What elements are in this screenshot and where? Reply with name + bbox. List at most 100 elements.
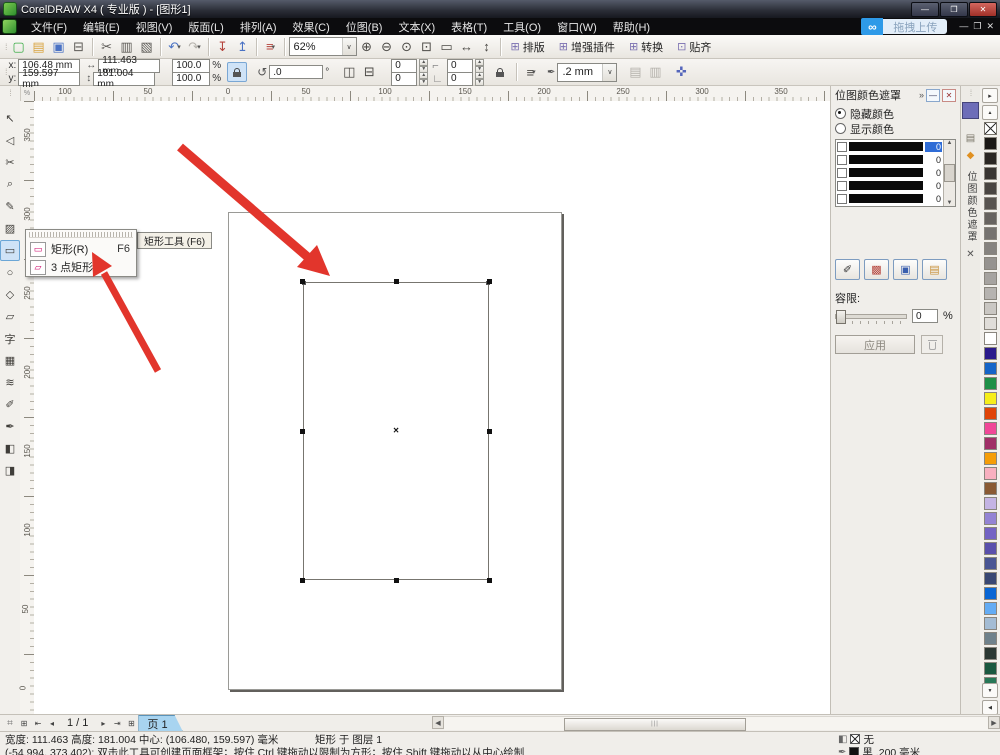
- palette-swatch[interactable]: [984, 137, 997, 150]
- menu-item[interactable]: 窗口(W): [549, 21, 605, 35]
- apply-button[interactable]: 应用: [835, 335, 915, 354]
- corner-radius-tr-field[interactable]: 0: [447, 59, 473, 73]
- menu-item[interactable]: 效果(C): [285, 21, 338, 35]
- palette-swatch[interactable]: [984, 287, 997, 300]
- palette-swatch[interactable]: [984, 362, 997, 375]
- mask-checkbox[interactable]: [837, 168, 847, 178]
- palette-swatch[interactable]: [984, 407, 997, 420]
- open-icon[interactable]: ▤: [29, 37, 49, 57]
- horizontal-scrollbar[interactable]: ◀ ||| ▶: [432, 716, 1000, 729]
- palette-swatch[interactable]: [984, 437, 997, 450]
- close-button[interactable]: ✕: [969, 2, 997, 17]
- menu-item[interactable]: 编辑(E): [75, 21, 128, 35]
- palette-swatch[interactable]: [984, 572, 997, 585]
- palette-swatch[interactable]: [984, 557, 997, 570]
- convert-button[interactable]: ⊞转换: [623, 37, 669, 57]
- polygon-tool[interactable]: ◇: [0, 284, 20, 305]
- corner-radius-br-field[interactable]: 0: [447, 72, 473, 86]
- recent-color-swatch[interactable]: [962, 102, 979, 119]
- edit-color-button[interactable]: ▩: [864, 259, 889, 280]
- docker-close-button[interactable]: ✕: [942, 89, 956, 102]
- rotation-angle-field[interactable]: .0: [269, 65, 323, 79]
- save-mask-button[interactable]: ▣: [893, 259, 918, 280]
- menu-item[interactable]: 文件(F): [23, 21, 75, 35]
- menu-item[interactable]: 表格(T): [443, 21, 495, 35]
- interactive-fill-tool[interactable]: ◨: [0, 460, 20, 481]
- plugin-button[interactable]: ⊞增强插件: [553, 37, 621, 57]
- handle-mid-left[interactable]: [300, 429, 305, 434]
- mask-color-row[interactable]: 0: [836, 166, 943, 179]
- palette-swatch[interactable]: [984, 587, 997, 600]
- open-mask-button[interactable]: ▤: [922, 259, 947, 280]
- palette-swatch[interactable]: [984, 212, 997, 225]
- menu-item[interactable]: 帮助(H): [605, 21, 658, 35]
- palette-swatch[interactable]: [984, 167, 997, 180]
- palette-swatch[interactable]: [984, 482, 997, 495]
- table-tool[interactable]: ▦: [0, 350, 20, 371]
- zoom-all-icon[interactable]: ⊡: [417, 37, 437, 57]
- palette-expand-button[interactable]: ◀: [982, 700, 998, 715]
- flyout-item-rectangle[interactable]: ▭ 矩形(R) F6: [26, 240, 136, 258]
- docker-scroll-icon[interactable]: ◆: [967, 150, 975, 161]
- slider-thumb[interactable]: [836, 310, 846, 324]
- palette-swatch[interactable]: [984, 377, 997, 390]
- undo-icon[interactable]: ↶▾: [165, 37, 185, 57]
- mask-checkbox[interactable]: [837, 194, 847, 204]
- outline-width-combobox[interactable]: .2 mm ∨: [557, 63, 617, 82]
- handle-top-right[interactable]: [487, 279, 492, 284]
- menu-item[interactable]: 位图(B): [338, 21, 391, 35]
- scrollbar-track[interactable]: |||: [444, 716, 988, 730]
- pick-tool[interactable]: ↖: [0, 108, 20, 129]
- selected-rectangle[interactable]: ×: [303, 282, 489, 580]
- no-color-swatch[interactable]: [984, 122, 997, 135]
- add-page-before-button[interactable]: ⊞: [17, 716, 31, 730]
- zoom-out-icon[interactable]: ⊖: [377, 37, 397, 57]
- restore-button[interactable]: ❒: [940, 2, 968, 17]
- doc-minimize-button[interactable]: —: [959, 21, 968, 32]
- palette-swatch[interactable]: [984, 602, 997, 615]
- mask-checkbox[interactable]: [837, 155, 847, 165]
- docker-tab-close-icon[interactable]: ✕: [966, 249, 974, 260]
- palette-scroll-down-button[interactable]: ▼: [982, 683, 998, 698]
- palette-swatch[interactable]: [984, 227, 997, 240]
- flyout-grip[interactable]: [29, 232, 133, 238]
- palette-swatch[interactable]: [984, 647, 997, 660]
- handle-top-mid[interactable]: [394, 279, 399, 284]
- palette-swatch[interactable]: [984, 152, 997, 165]
- doc-close-button[interactable]: ✕: [986, 21, 994, 32]
- mirror-vertical-button[interactable]: ⊟: [359, 62, 379, 82]
- crop-tool[interactable]: ✂: [0, 152, 20, 173]
- eyedropper-tool[interactable]: ✐: [0, 394, 20, 415]
- basic-shapes-tool[interactable]: ▱: [0, 306, 20, 327]
- rectangle-tool[interactable]: ▭: [0, 240, 20, 261]
- blend-tool[interactable]: ≋: [0, 372, 20, 393]
- palette-swatch[interactable]: [984, 497, 997, 510]
- add-page-after-button[interactable]: ⊞: [124, 716, 138, 730]
- scale-lock-button[interactable]: [227, 62, 247, 82]
- zoom-height-icon[interactable]: ↕: [477, 37, 497, 57]
- palette-swatch[interactable]: [984, 452, 997, 465]
- dropdown-arrow-icon[interactable]: ∨: [602, 64, 616, 81]
- fill-tool[interactable]: ◧: [0, 438, 20, 459]
- scale-h-field[interactable]: 100.0: [172, 59, 210, 73]
- menu-item[interactable]: 版面(L): [180, 21, 231, 35]
- hide-colors-radio[interactable]: 隐藏颜色: [835, 106, 956, 121]
- mask-list-scrollbar[interactable]: ▲ ▼: [943, 140, 955, 206]
- show-colors-radio[interactable]: 显示颜色: [835, 121, 956, 136]
- mask-color-row[interactable]: 0: [836, 192, 943, 205]
- dropdown-arrow-icon[interactable]: ∨: [342, 38, 356, 55]
- palette-swatch[interactable]: [984, 617, 997, 630]
- delete-mask-button[interactable]: [921, 335, 943, 354]
- docker-chevron-icon[interactable]: »: [919, 90, 924, 100]
- palette-flyout-button[interactable]: ▸: [982, 88, 998, 103]
- palette-swatch[interactable]: [984, 257, 997, 270]
- object-height-field[interactable]: 181.004 mm: [93, 72, 155, 86]
- prev-page-button[interactable]: ◂: [45, 716, 59, 730]
- zoom-level-combobox[interactable]: 62% ∨: [289, 37, 357, 56]
- object-y-field[interactable]: 159.597 mm: [18, 72, 80, 86]
- page-grid-icon[interactable]: ⌗: [3, 716, 17, 730]
- export-icon[interactable]: ↥: [233, 37, 253, 57]
- zoom-selected-icon[interactable]: ⊙: [397, 37, 417, 57]
- handle-mid-right[interactable]: [487, 429, 492, 434]
- zoom-width-icon[interactable]: ↔: [457, 37, 477, 57]
